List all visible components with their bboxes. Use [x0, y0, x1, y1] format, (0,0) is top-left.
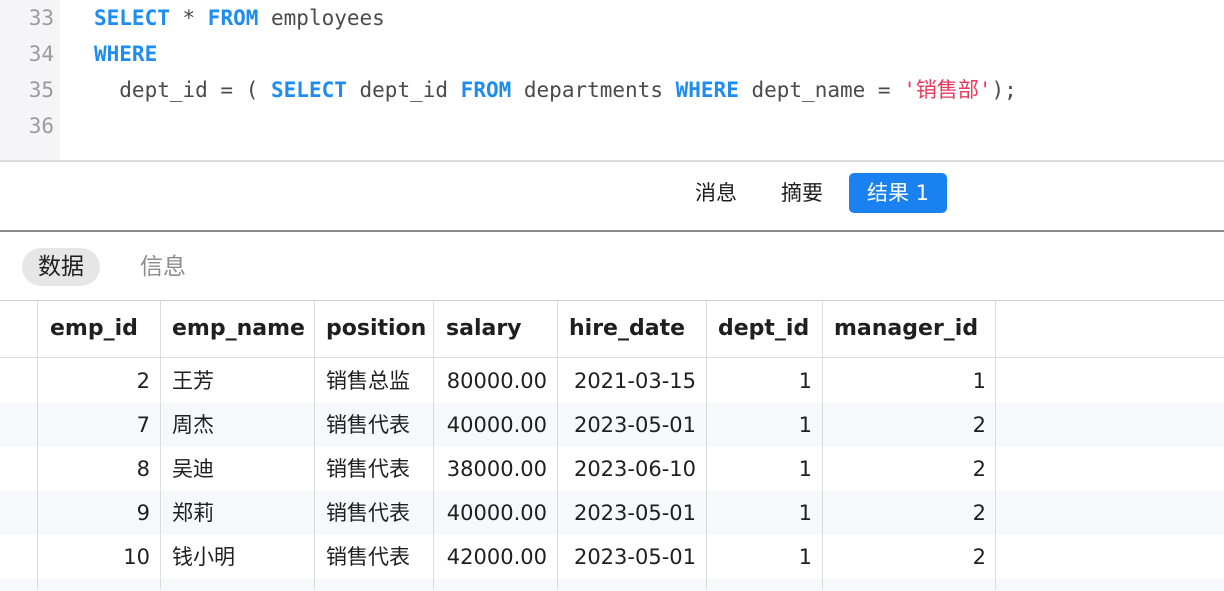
editor-divider [0, 160, 1224, 162]
column-divider [557, 301, 558, 590]
table-row[interactable]: 10 钱小明 销售代表 42000.00 2023-05-01 1 2 [0, 535, 1224, 579]
column-divider [433, 301, 434, 590]
sql-keyword: FROM [460, 78, 512, 102]
sql-keyword: WHERE [675, 78, 739, 102]
line-number: 35 [28, 78, 54, 102]
cell-emp-name[interactable]: 郑莉 [160, 491, 314, 535]
line-number: 33 [28, 6, 54, 30]
sql-token: * [169, 6, 208, 30]
cell-hire-date[interactable]: 2023-06-10 [557, 447, 706, 491]
cell-salary[interactable]: 80000.00 [434, 359, 557, 403]
code-text: dept_id = ( SELECT dept_id FROM departme… [94, 72, 1017, 108]
cell-manager-id[interactable]: 1 [822, 359, 996, 403]
cell-dept-id[interactable]: 1 [706, 491, 822, 535]
cell-hire-date[interactable]: 2023-05-01 [557, 491, 706, 535]
code-line[interactable]: 35 dept_id = ( SELECT dept_id FROM depar… [0, 72, 1224, 108]
cell-emp-id[interactable]: 7 [38, 403, 160, 447]
tab-info[interactable]: 信息 [124, 248, 202, 286]
cell-emp-id[interactable]: 10 [38, 535, 160, 579]
column-divider [314, 301, 315, 590]
column-header-dept-id[interactable]: dept_id [706, 301, 822, 357]
cell-hire-date[interactable]: 2023-05-01 [557, 403, 706, 447]
column-divider [37, 301, 38, 590]
code-line[interactable]: 36 [0, 108, 1224, 144]
table-row [0, 579, 1224, 591]
cell-manager-id[interactable]: 2 [822, 491, 996, 535]
cell-salary[interactable]: 38000.00 [434, 447, 557, 491]
table-row[interactable]: 7 周杰 销售代表 40000.00 2023-05-01 1 2 [0, 403, 1224, 447]
code-line[interactable]: 33 SELECT * FROM employees [0, 0, 1224, 36]
sql-token: employees [258, 6, 385, 30]
cell-emp-name[interactable]: 吴迪 [160, 447, 314, 491]
cell-dept-id[interactable]: 1 [706, 535, 822, 579]
cell-salary[interactable]: 42000.00 [434, 535, 557, 579]
cell-salary[interactable]: 40000.00 [434, 491, 557, 535]
sql-token: departments [511, 78, 676, 102]
cell-manager-id[interactable]: 2 [822, 403, 996, 447]
tab-result-1[interactable]: 结果 1 [849, 173, 947, 213]
cell-position[interactable]: 销售代表 [314, 535, 434, 579]
sql-keyword: SELECT [94, 6, 170, 30]
table-row[interactable]: 2 王芳 销售总监 80000.00 2021-03-15 1 1 [0, 359, 1224, 403]
cell-emp-id[interactable]: 8 [38, 447, 160, 491]
sql-keyword: SELECT [271, 78, 347, 102]
column-divider [160, 301, 161, 590]
tab-summary[interactable]: 摘要 [766, 173, 838, 213]
result-tabs-divider [0, 230, 1224, 232]
table-row[interactable]: 8 吴迪 销售代表 38000.00 2023-06-10 1 2 [0, 447, 1224, 491]
column-header-emp-name[interactable]: emp_name [160, 301, 314, 357]
code-text: WHERE [94, 36, 157, 72]
line-number: 36 [28, 114, 54, 138]
cell-position[interactable]: 销售代表 [314, 447, 434, 491]
cell-position[interactable]: 销售总监 [314, 359, 434, 403]
sql-token: dept_id = ( [94, 78, 272, 102]
sql-string: '销售部' [903, 78, 992, 102]
cell-hire-date[interactable]: 2021-03-15 [557, 359, 706, 403]
cell-emp-id[interactable]: 9 [38, 491, 160, 535]
sql-keyword: WHERE [94, 42, 158, 66]
cell-manager-id[interactable]: 2 [822, 535, 996, 579]
cell-salary[interactable]: 40000.00 [434, 403, 557, 447]
table-row[interactable]: 9 郑莉 销售代表 40000.00 2023-05-01 1 2 [0, 491, 1224, 535]
code-text: SELECT * FROM employees [94, 0, 385, 36]
tab-data[interactable]: 数据 [22, 248, 100, 286]
column-divider [822, 301, 823, 590]
column-header-position[interactable]: position [314, 301, 434, 357]
code-line[interactable]: 34 WHERE [0, 36, 1224, 72]
sql-token: ); [991, 78, 1017, 102]
cell-dept-id[interactable]: 1 [706, 447, 822, 491]
cell-position[interactable]: 销售代表 [314, 403, 434, 447]
cell-emp-id[interactable]: 2 [38, 359, 160, 403]
column-header-hire-date[interactable]: hire_date [557, 301, 706, 357]
column-header-emp-id[interactable]: emp_id [38, 301, 160, 357]
sql-token: dept_name = [738, 78, 904, 102]
cell-position[interactable]: 销售代表 [314, 491, 434, 535]
column-header-manager-id[interactable]: manager_id [822, 301, 996, 357]
cell-dept-id[interactable]: 1 [706, 359, 822, 403]
result-grid[interactable]: 2 王芳 销售总监 80000.00 2021-03-15 1 1 7 周杰 销售代表 40000.… [0, 301, 1224, 591]
grid-header: emp_id emp_name position salary hire_dat… [0, 301, 1224, 358]
cell-emp-name[interactable]: 钱小明 [160, 535, 314, 579]
sql-keyword: FROM [207, 6, 259, 30]
tab-messages[interactable]: 消息 [680, 173, 752, 213]
sql-token: dept_id [346, 78, 461, 102]
cell-manager-id[interactable]: 2 [822, 447, 996, 491]
column-header-salary[interactable]: salary [434, 301, 557, 357]
line-number: 34 [28, 42, 54, 66]
cell-emp-name[interactable]: 周杰 [160, 403, 314, 447]
cell-emp-name[interactable]: 王芳 [160, 359, 314, 403]
column-divider [706, 301, 707, 590]
cell-hire-date[interactable]: 2023-05-01 [557, 535, 706, 579]
sql-editor[interactable]: 33 SELECT * FROM employees 34 WHERE 35 dept_… [0, 0, 1224, 160]
cell-dept-id[interactable]: 1 [706, 403, 822, 447]
column-divider [995, 301, 996, 590]
